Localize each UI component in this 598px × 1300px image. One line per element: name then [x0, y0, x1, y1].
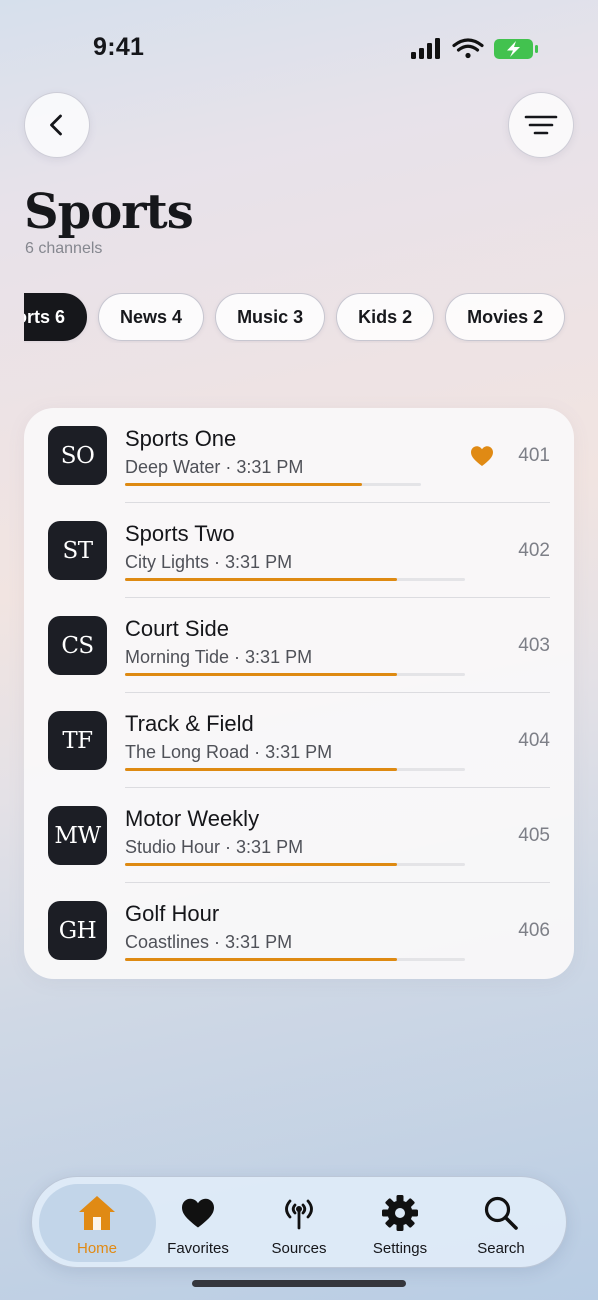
channel-number: 401 [518, 445, 550, 466]
program-info: Coastlines · 3:31 PM [125, 932, 293, 952]
channel-count: 6 channels [25, 240, 103, 257]
channel-name: Motor Weekly [125, 806, 260, 831]
program-progress [125, 768, 465, 771]
tab-bar: Home Favorites Sources Settings Search [31, 1176, 567, 1268]
status-icons [411, 38, 538, 59]
home-icon [79, 1196, 115, 1230]
tab-search[interactable]: Search [450, 1177, 552, 1269]
program-info: Studio Hour · 3:31 PM [125, 837, 304, 857]
channel-logo: CS [48, 616, 107, 675]
channel-row[interactable]: MW Motor Weekly Studio Hour · 3:31 PM 40… [24, 788, 574, 883]
program-progress [125, 863, 465, 866]
program-progress-fill [125, 958, 397, 961]
channel-number: 404 [518, 730, 550, 751]
favorite-heart-icon[interactable] [470, 445, 494, 467]
channel-name: Sports Two [125, 521, 235, 546]
channel-row[interactable]: CS Court Side Morning Tide · 3:31 PM 403 [24, 598, 574, 693]
channel-number: 405 [518, 825, 550, 846]
battery-charging-icon [494, 39, 538, 59]
channel-logo: TF [48, 711, 107, 770]
tab-label: Sources [271, 1240, 327, 1257]
program-info: The Long Road · 3:31 PM [125, 742, 333, 762]
filter-lines-icon [524, 115, 558, 135]
channel-logo: GH [48, 901, 107, 960]
filter-button[interactable] [508, 92, 574, 158]
program-progress [125, 673, 465, 676]
back-button[interactable] [24, 92, 90, 158]
program-progress-fill [125, 673, 397, 676]
channel-number: 403 [518, 635, 550, 656]
program-info: Morning Tide · 3:31 PM [125, 647, 313, 667]
channel-name: Sports One [125, 426, 237, 451]
category-chips: ports 6 News 4 Music 3 Kids 2 Movies 2 [24, 293, 572, 343]
heart-icon [182, 1198, 214, 1228]
program-progress [125, 578, 465, 581]
channel-logo: ST [48, 521, 107, 580]
cellular-signal-icon [411, 38, 440, 59]
program-progress-fill [125, 483, 362, 486]
status-time: 9:41 [93, 33, 145, 61]
channel-row[interactable]: TF Track & Field The Long Road · 3:31 PM… [24, 693, 574, 788]
tab-label: Home [76, 1240, 117, 1257]
chip-news[interactable]: News 4 [98, 293, 205, 341]
channel-name: Golf Hour [125, 901, 220, 926]
channel-row[interactable]: SO Sports One Deep Water · 3:31 PM 401 [24, 408, 574, 503]
chip-movies[interactable]: Movies 2 [445, 293, 566, 341]
channel-name: Court Side [125, 616, 229, 641]
channel-logo: MW [48, 806, 107, 865]
chip-sports[interactable]: ports 6 [24, 293, 88, 341]
tab-label: Search [477, 1240, 525, 1257]
program-info: Deep Water · 3:31 PM [125, 457, 304, 477]
channel-name: Track & Field [125, 711, 254, 736]
tab-home[interactable]: Home [46, 1177, 148, 1269]
chip-music[interactable]: Music 3 [215, 293, 326, 341]
program-info: City Lights · 3:31 PM [125, 552, 293, 572]
channel-row[interactable]: GH Golf Hour Coastlines · 3:31 PM 406 [24, 883, 574, 978]
wifi-icon [452, 38, 484, 59]
tab-settings[interactable]: Settings [349, 1177, 451, 1269]
channel-number: 402 [518, 540, 550, 561]
program-progress-fill [125, 768, 397, 771]
chip-kids[interactable]: Kids 2 [336, 293, 435, 341]
status-bar: 9:41 [0, 0, 598, 96]
tab-favorites[interactable]: Favorites [147, 1177, 249, 1269]
program-progress-fill [125, 863, 397, 866]
antenna-icon [285, 1199, 313, 1230]
tab-label: Favorites [167, 1240, 229, 1257]
channel-row[interactable]: ST Sports Two City Lights · 3:31 PM 402 [24, 503, 574, 598]
search-icon [484, 1196, 518, 1230]
program-progress-fill [125, 578, 397, 581]
program-progress [125, 483, 421, 486]
home-indicator [192, 1280, 406, 1287]
program-progress [125, 958, 465, 961]
tab-label: Settings [372, 1240, 428, 1257]
page-title: Sports [24, 184, 194, 240]
channel-list: SO Sports One Deep Water · 3:31 PM 401 S… [24, 408, 574, 979]
gear-icon [382, 1195, 418, 1231]
channel-logo: SO [48, 426, 107, 485]
chevron-left-icon [50, 114, 62, 136]
tab-sources[interactable]: Sources [248, 1177, 350, 1269]
channel-number: 406 [518, 920, 550, 941]
